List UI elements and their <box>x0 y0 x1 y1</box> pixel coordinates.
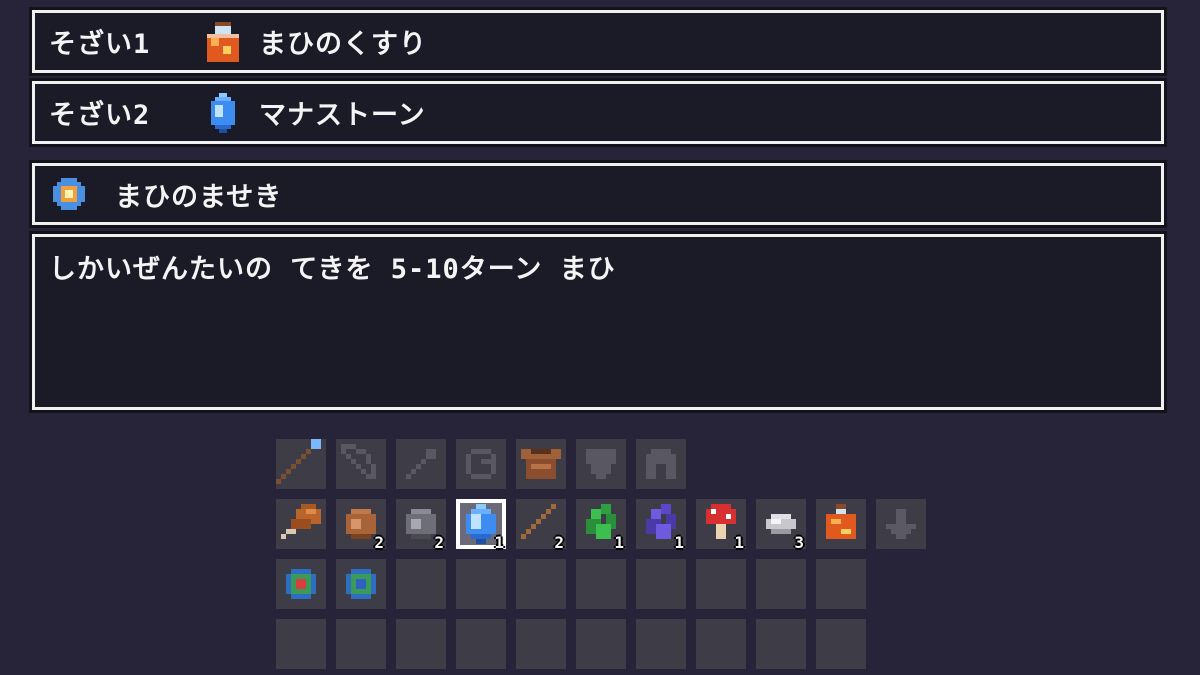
equip-slot-helmet[interactable] <box>636 439 686 489</box>
ring-icon <box>466 449 496 479</box>
empty-slot[interactable] <box>396 619 446 669</box>
description-panel: しかいぜんたいの てきを 5-10ターン まひ <box>32 234 1164 410</box>
empty-slot[interactable] <box>696 559 746 609</box>
red-orb-icon <box>286 569 316 599</box>
item-count: 2 <box>434 533 444 552</box>
item-count: 1 <box>614 533 624 552</box>
empty-slot[interactable] <box>756 559 806 609</box>
orange-potion-icon <box>826 504 856 539</box>
item-count: 1 <box>674 533 684 552</box>
empty-slot[interactable] <box>516 559 566 609</box>
item-count: 2 <box>374 533 384 552</box>
item-slot-green-orb[interactable] <box>336 559 386 609</box>
item-slot-copper-ore[interactable]: 2 <box>336 499 386 552</box>
item-count: 1 <box>494 533 504 552</box>
empty-slot[interactable] <box>396 559 446 609</box>
item-slot-green-herb[interactable]: 1 <box>576 499 626 552</box>
item-slot-iron-ore[interactable]: 2 <box>396 499 446 552</box>
item-count: 2 <box>554 533 564 552</box>
material-2-panel[interactable]: そざい2 マナストーン <box>32 81 1164 144</box>
empty-slot[interactable] <box>636 559 686 609</box>
equip-slot-ring[interactable] <box>456 439 506 489</box>
empty-slot[interactable] <box>636 619 686 669</box>
empty-slot[interactable] <box>756 619 806 669</box>
equip-slot-armor[interactable] <box>516 439 566 489</box>
item-slot-mana-stone-selected[interactable]: 1 <box>456 499 506 552</box>
item-count: 3 <box>794 533 804 552</box>
down-arrow-icon <box>886 509 916 539</box>
material-1-label: そざい1 <box>49 29 151 60</box>
mana-stone-icon <box>211 92 235 133</box>
green-orb-icon <box>346 569 376 599</box>
leather-armor-icon <box>521 449 561 479</box>
item-slot-red-mushroom[interactable]: 1 <box>696 499 746 552</box>
equip-slot-bow[interactable] <box>336 439 386 489</box>
empty-slot[interactable] <box>456 559 506 609</box>
equip-slot-shield[interactable] <box>576 439 626 489</box>
staff-icon <box>276 439 321 484</box>
scroll-down-button[interactable] <box>876 499 926 549</box>
result-name: まひのませき <box>115 181 283 213</box>
item-slot-white-stone[interactable]: 3 <box>756 499 806 552</box>
item-slot-wooden-stick[interactable]: 2 <box>516 499 566 552</box>
orange-potion-icon <box>207 21 239 62</box>
empty-slot[interactable] <box>276 619 326 669</box>
paralysis-magic-stone-icon <box>53 178 85 210</box>
item-count: 1 <box>734 533 744 552</box>
item-slot-meat[interactable] <box>276 499 326 549</box>
item-slot-purple-herb[interactable]: 1 <box>636 499 686 552</box>
bow-icon <box>341 444 376 479</box>
item-slot-red-orb[interactable] <box>276 559 326 609</box>
arrow-icon <box>406 449 436 479</box>
item-slot-orange-potion[interactable] <box>816 499 866 549</box>
result-description: しかいぜんたいの てきを 5-10ターン まひ <box>49 254 616 285</box>
equip-slot-staff[interactable] <box>276 439 326 489</box>
material-2-label: そざい2 <box>49 100 151 131</box>
material-2-name: マナストーン <box>259 100 426 131</box>
empty-slot[interactable] <box>336 619 386 669</box>
empty-slot[interactable] <box>816 619 866 669</box>
empty-slot[interactable] <box>456 619 506 669</box>
empty-slot[interactable] <box>576 559 626 609</box>
shield-icon <box>586 449 616 479</box>
empty-slot[interactable] <box>696 619 746 669</box>
material-1-panel[interactable]: そざい1 まひのくすり <box>32 10 1164 73</box>
meat-icon <box>281 504 321 539</box>
helmet-icon <box>646 449 676 479</box>
empty-slot[interactable] <box>576 619 626 669</box>
material-1-name: まひのくすり <box>259 29 427 60</box>
equip-slot-arrow[interactable] <box>396 439 446 489</box>
empty-slot[interactable] <box>816 559 866 609</box>
result-panel: まひのませき <box>32 163 1164 225</box>
empty-slot[interactable] <box>516 619 566 669</box>
